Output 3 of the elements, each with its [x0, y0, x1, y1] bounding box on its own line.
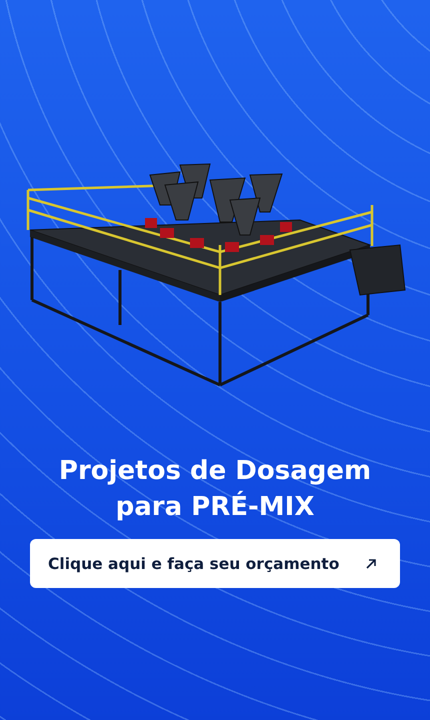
arrow-up-right-icon: [364, 556, 378, 570]
quote-button[interactable]: Clique aqui e faça seu orçamento: [30, 539, 400, 588]
banner-title: Projetos de Dosagem para PRÉ-MIX: [58, 455, 372, 524]
